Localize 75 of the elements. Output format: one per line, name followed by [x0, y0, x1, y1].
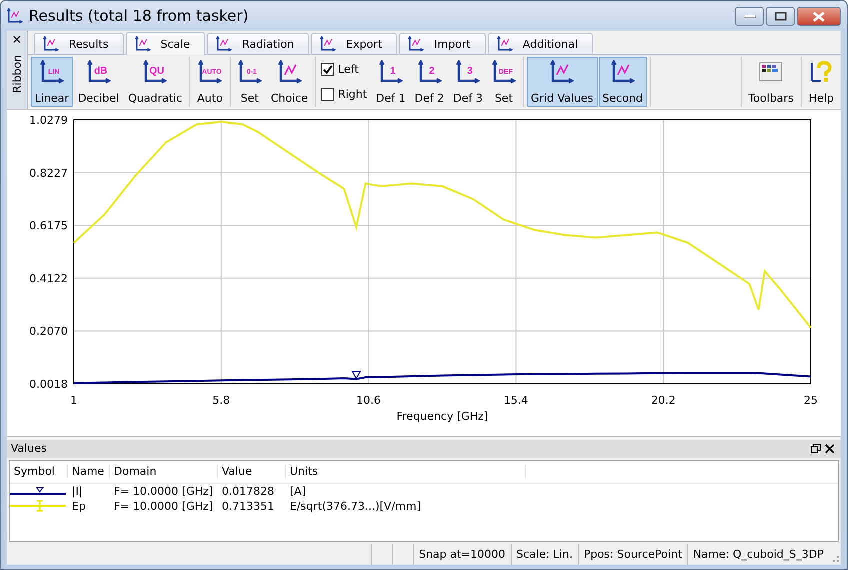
x-tick-label: 25 — [804, 394, 818, 407]
panel-title: Values — [11, 442, 48, 456]
x-tick-label: 1 — [70, 394, 78, 407]
chart-icon — [408, 36, 424, 52]
status-text: Scale: Lin. — [510, 544, 578, 565]
ribbon-close-button[interactable]: ✕ — [12, 33, 22, 47]
y-tick-label: 0.6175 — [30, 220, 68, 233]
toolbar-button[interactable]: 1 Def 1 — [372, 57, 410, 107]
table-cell-text: E/sqrt(376.73...)[V/mm] — [289, 500, 422, 513]
table-cell-text: |I| — [71, 484, 84, 498]
table-cell-text: [A] — [289, 484, 308, 498]
toolbar-button[interactable]: Choice — [266, 57, 312, 107]
resize-grip-icon — [833, 556, 839, 562]
maximize-button[interactable] — [766, 7, 795, 26]
toolbar-button[interactable]: Second — [598, 57, 648, 107]
y-tick-label: 1.0279 — [30, 114, 68, 127]
ribbon-tab[interactable]: Radiation — [207, 33, 310, 54]
table-cell-text: F= 10.0000 [GHz] — [113, 500, 214, 513]
column-header: Units — [286, 465, 526, 478]
close-button[interactable] — [823, 444, 837, 454]
toolbar-button[interactable]: Grid Values — [527, 57, 598, 107]
toolbar-button[interactable]: Help — [804, 57, 838, 107]
marker-icon — [352, 371, 362, 380]
table-cell-text: 0.017828 — [221, 484, 276, 498]
checkbox[interactable]: Left — [321, 63, 368, 76]
x-tick-label: 10.6 — [356, 394, 382, 407]
y-tick-label: 0.0018 — [30, 378, 68, 391]
column-header: Domain — [110, 465, 218, 478]
chart-icon — [7, 8, 23, 24]
minimize-button[interactable] — [735, 7, 764, 26]
column-header: Name — [68, 465, 110, 478]
minimize-icon — [744, 14, 756, 18]
y-tick-label: 0.8227 — [30, 166, 68, 180]
checkbox-label: Left — [338, 63, 359, 76]
table-cell-text: Ep — [71, 500, 87, 513]
maximize-icon — [774, 12, 786, 21]
y-tick-label: 0.2070 — [30, 325, 68, 338]
toolbar-button[interactable]: 2 Def 2 — [410, 57, 448, 107]
close-icon — [813, 12, 825, 22]
toolbars-icon — [759, 60, 784, 84]
window-title: Results (total 18 from tasker) — [29, 7, 250, 25]
help-icon — [809, 60, 834, 84]
column-header: Symbol — [10, 465, 68, 478]
x-tick-label: 5.8 — [212, 394, 230, 407]
column-header: Value — [218, 465, 286, 478]
status-text: Ppos: SourcePoint — [578, 544, 688, 565]
chart-icon — [550, 60, 574, 84]
x-axis-title: Frequency [GHz] — [396, 410, 488, 423]
status-text: Name: Q_cuboid_S_3DP — [687, 544, 829, 565]
chart-icon — [43, 36, 59, 52]
ribbon-tab[interactable]: Export — [311, 33, 398, 54]
restore-button[interactable] — [809, 444, 823, 454]
toolbar-button[interactable]: dB Decibel — [74, 57, 124, 107]
ribbon-tab[interactable]: Import — [399, 33, 486, 54]
toolbar-button[interactable]: QU Quadratic — [124, 57, 186, 107]
chart-icon — [216, 36, 232, 52]
toolbar-button[interactable]: Toolbars — [744, 57, 798, 107]
chart-icon — [134, 36, 151, 52]
status-text: Snap at=10000 — [413, 544, 510, 565]
toolbar-button[interactable]: 3 Def 3 — [449, 57, 487, 107]
x-tick-label: 15.4 — [504, 394, 528, 407]
chart-icon — [278, 60, 302, 84]
y-tick-label: 0.4122 — [30, 272, 68, 286]
ribbon-tab[interactable]: Additional — [488, 33, 594, 54]
ribbon-tab[interactable]: Scale — [126, 32, 206, 55]
ribbon-tab[interactable]: Results — [34, 33, 124, 54]
x-tick-label: 20.2 — [651, 394, 676, 407]
chart-icon — [496, 36, 513, 52]
checkbox[interactable]: Right — [321, 88, 368, 101]
chart-icon — [320, 36, 336, 52]
table-cell-text: F= 10.0000 [GHz] — [113, 484, 214, 498]
chart-icon — [610, 60, 635, 84]
ribbon-label: Ribbon — [10, 55, 24, 94]
checkbox-label: Right — [338, 88, 368, 101]
table-cell-text: 0.713351 — [221, 500, 276, 513]
